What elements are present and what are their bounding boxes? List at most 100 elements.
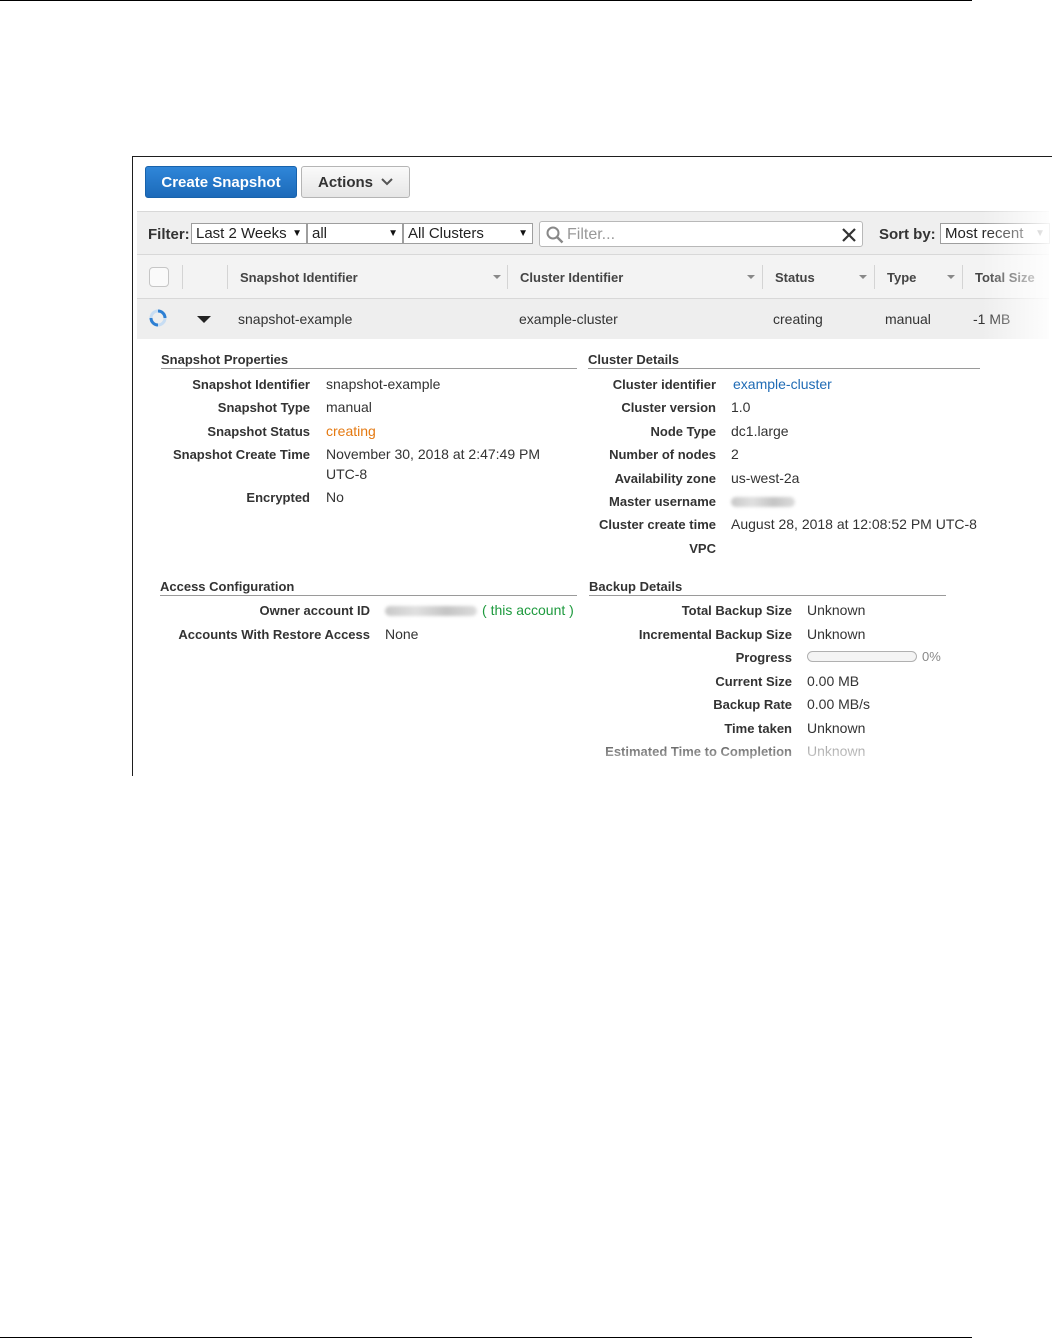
node-type-value: dc1.large (731, 423, 789, 439)
paren-open: ( (482, 602, 487, 618)
cluster-value: All Clusters (408, 225, 484, 242)
availability-zone-label: Availability zone (614, 471, 716, 486)
cluster-create-time-value: August 28, 2018 at 12:08:52 PM UTC-8 (731, 516, 977, 532)
backup-details-title: Backup Details (589, 579, 946, 596)
redacted-username (731, 497, 795, 507)
cluster-version-label: Cluster version (621, 400, 716, 415)
column-divider (182, 265, 183, 289)
row-snapshot-identifier: snapshot-example (238, 311, 353, 327)
snapshot-type-select[interactable]: all ▼ (307, 223, 403, 244)
restore-access-value: None (385, 626, 419, 642)
number-of-nodes-label: Number of nodes (609, 447, 716, 462)
total-backup-size-value: Unknown (807, 602, 866, 618)
restore-access-label: Accounts With Restore Access (178, 627, 370, 642)
snapshot-type-value: all (312, 225, 328, 242)
snapshot-status-label: Snapshot Status (207, 424, 310, 439)
caret-down-icon: ▼ (1035, 228, 1045, 239)
sort-arrow-icon[interactable] (859, 275, 867, 279)
estimated-completion-label: Estimated Time to Completion (605, 744, 792, 759)
availability-zone-value: us-west-2a (731, 470, 800, 486)
cluster-version-value: 1.0 (731, 399, 751, 415)
owner-account-id-label: Owner account ID (259, 603, 370, 618)
redshift-snapshots-panel: Create Snapshot Actions Filter: Last 2 W… (132, 156, 1052, 776)
column-divider (227, 265, 228, 289)
actions-dropdown-button[interactable]: Actions (301, 166, 410, 198)
actions-label: Actions (317, 173, 373, 191)
cluster-select[interactable]: All Clusters ▼ (403, 223, 533, 244)
create-snapshot-label: Create Snapshot (161, 173, 281, 191)
vpc-label: VPC (689, 541, 716, 556)
master-username-label: Master username (609, 494, 716, 509)
progress-percent: 0% (922, 649, 941, 664)
search-icon (546, 226, 564, 244)
column-header-total-size[interactable]: Total Size (975, 270, 1035, 285)
loading-spinner-icon (149, 309, 167, 327)
column-header-cluster-identifier[interactable]: Cluster Identifier (520, 270, 623, 285)
estimated-completion-value: Unknown (807, 743, 866, 759)
snapshot-identifier-value: snapshot-example (326, 376, 441, 392)
backup-rate-value: 0.00 MB/s (807, 696, 871, 712)
caret-down-icon: ▼ (388, 228, 398, 239)
owner-account-link-group: ( this account ) (482, 602, 574, 618)
number-of-nodes-value: 2 (731, 446, 739, 462)
row-total-size: -1 MB (973, 311, 1011, 327)
sort-value: Most recent (945, 225, 1024, 242)
encrypted-label: Encrypted (246, 490, 310, 505)
chevron-down-icon (381, 178, 393, 186)
table-header: Snapshot Identifier Cluster Identifier S… (137, 255, 1049, 299)
snapshot-identifier-label: Snapshot Identifier (192, 377, 310, 392)
filter-bar: Filter: Last 2 Weeks ▼ all ▼ All Clusters ▼… (137, 211, 1050, 255)
caret-down-icon: ▼ (292, 228, 302, 239)
time-range-select[interactable]: Last 2 Weeks ▼ (191, 223, 307, 244)
backup-rate-label: Backup Rate (713, 697, 792, 712)
current-size-label: Current Size (715, 674, 792, 689)
filter-search-box[interactable]: Filter... (539, 221, 863, 247)
current-size-value: 0.00 MB (807, 673, 860, 689)
bottom-edge-fade (133, 736, 1052, 776)
time-taken-value: Unknown (807, 720, 866, 736)
sort-label: Sort by: (879, 226, 936, 243)
redacted-account-id (385, 606, 477, 616)
sort-arrow-icon[interactable] (947, 275, 955, 279)
cluster-create-time-label: Cluster create time (598, 517, 716, 532)
create-snapshot-button[interactable]: Create Snapshot (145, 166, 297, 198)
table-row[interactable]: snapshot-example example-cluster creatin… (137, 299, 1049, 339)
column-header-snapshot-identifier[interactable]: Snapshot Identifier (240, 270, 358, 285)
column-header-type[interactable]: Type (887, 270, 916, 285)
encrypted-value: No (326, 489, 344, 505)
select-all-checkbox[interactable] (149, 267, 169, 287)
row-status: creating (773, 311, 823, 327)
row-cluster-identifier: example-cluster (519, 311, 618, 327)
total-backup-size-label: Total Backup Size (681, 603, 792, 618)
snapshot-status-value: creating (326, 423, 376, 439)
snapshot-create-time-zone: UTC-8 (326, 466, 368, 482)
incremental-backup-size-value: Unknown (807, 626, 866, 642)
cluster-identifier-link[interactable]: example-cluster (733, 376, 832, 392)
snapshot-create-time-value: November 30, 2018 at 2:47:49 PM (326, 446, 541, 462)
caret-down-icon: ▼ (518, 228, 528, 239)
snapshot-create-time-label: Snapshot Create Time (172, 447, 310, 462)
column-divider (874, 265, 875, 289)
sort-arrow-icon[interactable] (747, 275, 755, 279)
column-header-status[interactable]: Status (775, 270, 815, 285)
this-account-link[interactable]: this account (491, 602, 566, 618)
time-taken-label: Time taken (724, 721, 792, 736)
filter-label: Filter: (148, 226, 190, 243)
page-bottom-rule (0, 1337, 972, 1338)
page-top-rule (0, 0, 972, 1)
column-divider (962, 265, 963, 289)
snapshot-properties-title: Snapshot Properties (161, 352, 577, 369)
column-divider (507, 265, 508, 289)
expand-row-icon[interactable] (197, 316, 211, 323)
paren-close: ) (569, 602, 574, 618)
time-range-value: Last 2 Weeks (196, 225, 287, 242)
cluster-details-title: Cluster Details (588, 352, 980, 369)
node-type-label: Node Type (650, 424, 717, 439)
backup-progress-bar (807, 651, 917, 662)
incremental-backup-size-label: Incremental Backup Size (638, 627, 792, 642)
access-configuration-title: Access Configuration (160, 579, 577, 596)
sort-select[interactable]: Most recent ▼ (940, 223, 1050, 244)
search-placeholder: Filter... (567, 226, 616, 243)
close-icon[interactable] (841, 227, 857, 243)
sort-arrow-icon[interactable] (493, 275, 501, 279)
